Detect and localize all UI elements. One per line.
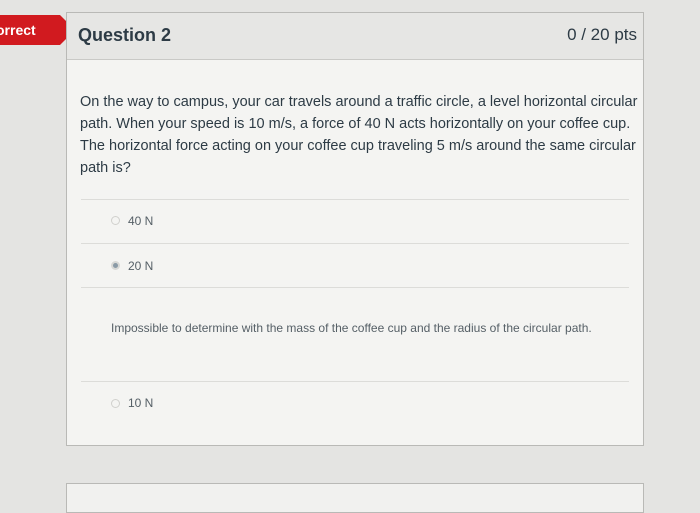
question-card: Question 2 0 / 20 pts On the way to camp… (66, 12, 644, 446)
question-header: Question 2 0 / 20 pts (67, 13, 643, 60)
answer-label: 10 N (128, 396, 154, 410)
answer-label: Impossible to determine with the mass of… (111, 321, 592, 335)
incorrect-flag-label: orrect (0, 22, 36, 38)
radio-unselected-icon[interactable] (111, 216, 120, 225)
question-title: Question 2 (78, 25, 172, 45)
answer-option-40n[interactable]: 40 N (81, 199, 629, 243)
next-question-card (66, 483, 644, 513)
radio-selected-icon[interactable] (111, 261, 120, 270)
answer-label: 40 N (128, 214, 154, 228)
incorrect-flag: orrect (0, 15, 75, 45)
question-points: 0 / 20 pts (567, 25, 637, 44)
question-text: On the way to campus, your car travels a… (80, 94, 638, 176)
answer-label: 20 N (128, 259, 154, 273)
answer-option-10n[interactable]: 10 N (81, 381, 629, 431)
answer-option-impossible[interactable]: Impossible to determine with the mass of… (81, 287, 629, 381)
answer-option-20n[interactable]: 20 N (81, 243, 629, 287)
radio-unselected-icon[interactable] (111, 399, 120, 408)
